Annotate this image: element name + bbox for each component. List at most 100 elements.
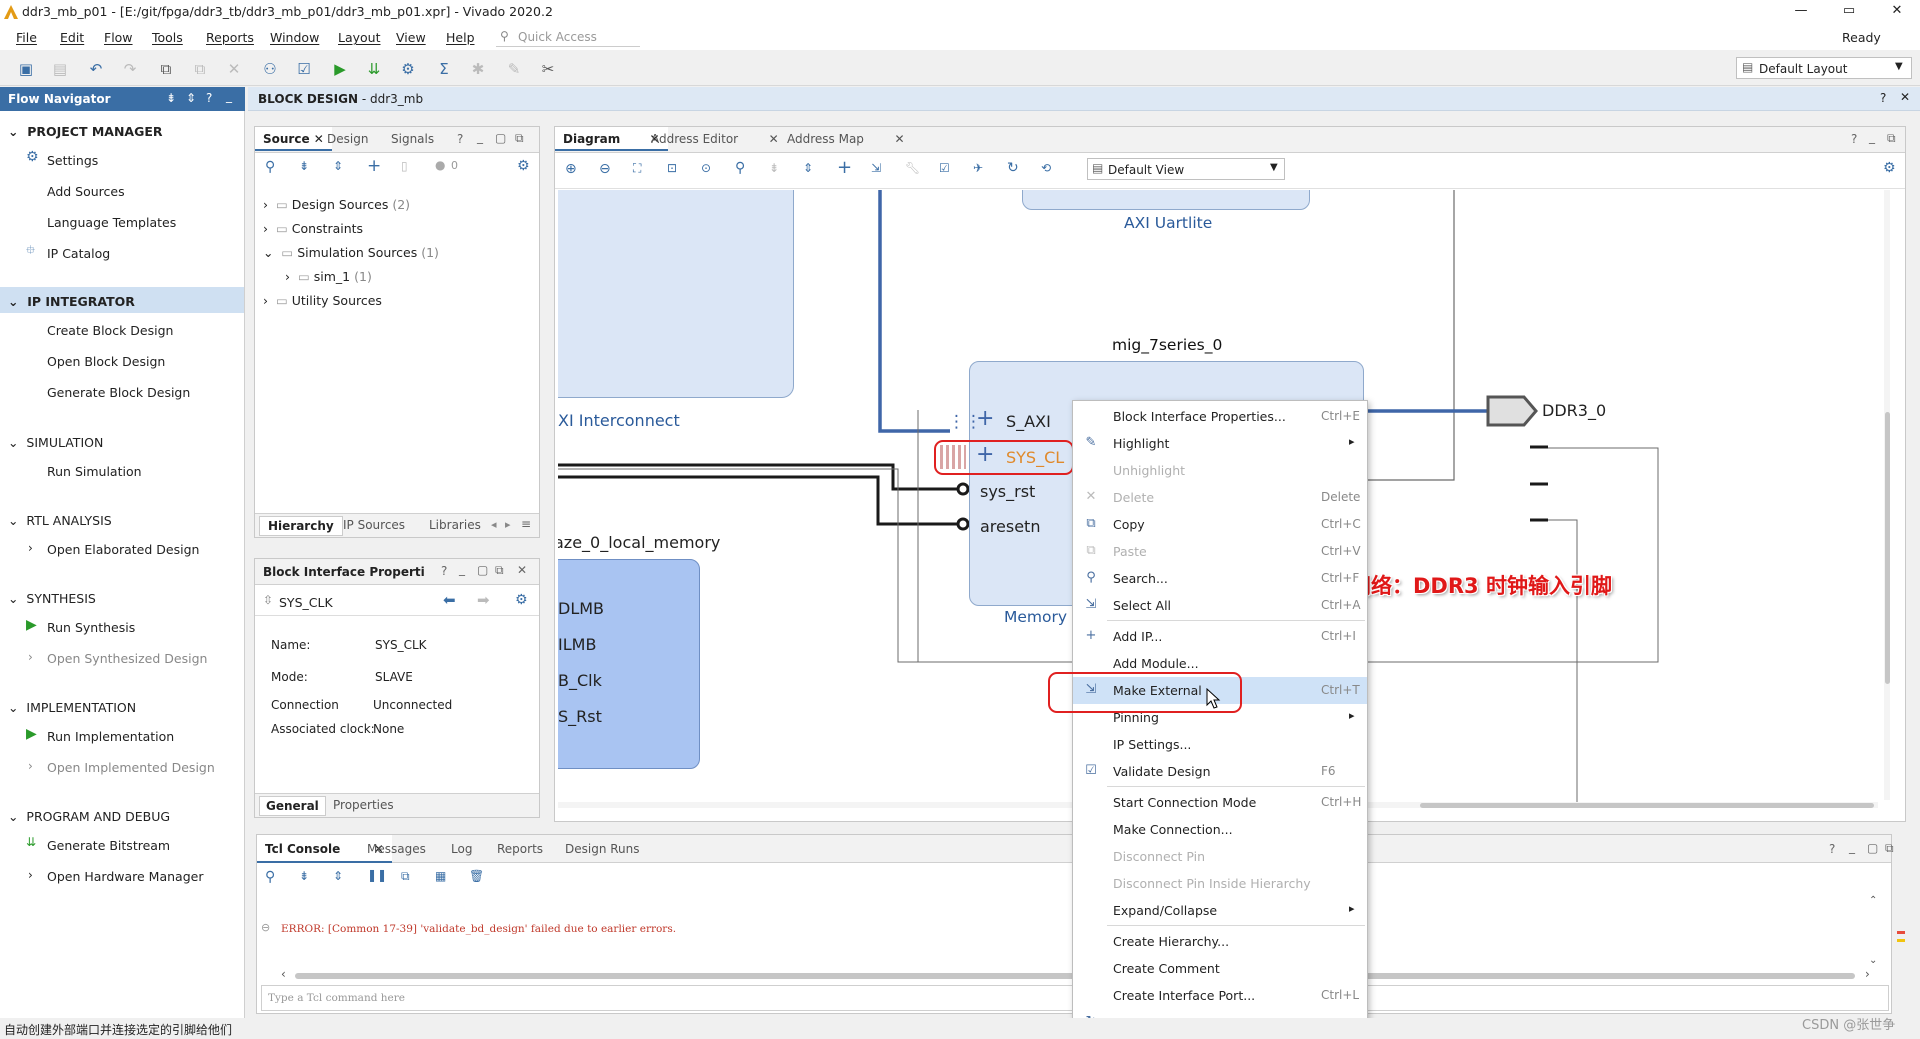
search-icon[interactable]: ⚲ xyxy=(735,160,745,176)
tab-properties[interactable]: Properties xyxy=(333,794,394,816)
minimize-panel-icon[interactable]: _ xyxy=(226,89,232,103)
plus-icon[interactable]: + xyxy=(367,156,381,176)
document-icon[interactable]: ▯ xyxy=(401,159,408,173)
menu-item-delete[interactable]: ✕ Delete Delete xyxy=(1073,484,1367,511)
vertical-scroll-thumb[interactable] xyxy=(1885,412,1890,684)
auto-connect-icon[interactable]: ✈ xyxy=(973,161,983,175)
scroll-left-icon[interactable]: ◂ xyxy=(491,518,497,531)
back-arrow-icon[interactable]: ⬅ xyxy=(443,591,456,609)
view-select[interactable]: ▤ Default View ▼ xyxy=(1087,158,1285,180)
tree-constraints[interactable]: › ▭ Constraints xyxy=(263,221,363,236)
redo-icon[interactable]: ↷ xyxy=(120,59,140,79)
menu-flow[interactable]: Flow xyxy=(104,30,133,45)
tab-reports[interactable]: Reports xyxy=(491,835,549,863)
forward-arrow-icon[interactable]: ➡ xyxy=(477,591,490,609)
minimize-panel-icon[interactable]: _ xyxy=(459,562,465,576)
minimize-panel-icon[interactable]: _ xyxy=(477,130,483,144)
pin-icon[interactable]: ✂ xyxy=(538,59,558,79)
menu-item-copy[interactable]: ⧉ Copy Ctrl+C xyxy=(1073,511,1367,538)
sigma-icon[interactable]: Σ xyxy=(434,59,454,79)
minimize-button[interactable]: — xyxy=(1778,0,1824,24)
paste-icon[interactable]: ⧉ xyxy=(190,59,210,79)
tree-design-sources[interactable]: › ▭ Design Sources (2) xyxy=(263,197,410,212)
collapse-all-icon[interactable]: ⇟ xyxy=(299,869,309,883)
float-icon[interactable]: ⧉ xyxy=(1885,841,1894,856)
open-project-icon[interactable]: ▣ xyxy=(16,59,36,79)
menu-item-create-hierarchy[interactable]: Create Hierarchy... xyxy=(1073,928,1367,955)
delete-icon[interactable]: ✕ xyxy=(224,59,244,79)
float-icon[interactable]: ⧉ xyxy=(495,563,504,578)
quick-access-input[interactable]: ⚲ Quick Access xyxy=(496,27,640,47)
minimize-panel-icon[interactable]: _ xyxy=(1869,130,1875,144)
horizontal-scroll-thumb[interactable] xyxy=(1420,803,1874,808)
debug-icon[interactable]: ✱ xyxy=(468,59,488,79)
tab-log[interactable]: Log xyxy=(445,835,478,863)
tab-hierarchy[interactable]: Hierarchy xyxy=(259,516,343,536)
tab-messages[interactable]: Messages xyxy=(361,835,432,863)
collapse-all-icon[interactable]: ⇟ xyxy=(299,159,309,173)
gear-icon[interactable]: ⚙ xyxy=(398,59,418,79)
optimize-icon[interactable]: ⟲ xyxy=(1041,161,1051,175)
menu-item-highlight[interactable]: ✎ Highlight ▸ xyxy=(1073,430,1367,457)
maximize-icon[interactable]: ▢ xyxy=(495,131,506,145)
binoculars-icon[interactable]: ⚇ xyxy=(260,59,280,79)
tab-address-editor[interactable]: Address Editor ✕ xyxy=(645,127,785,151)
run-icon[interactable]: ▶ xyxy=(330,59,350,79)
menu-item-expand-collapse[interactable]: Expand/Collapse ▸ xyxy=(1073,897,1367,924)
scroll-up-icon[interactable]: ⌃ xyxy=(1869,895,1877,906)
zoom-fit-icon[interactable]: ⛶ xyxy=(633,161,641,176)
menu-icon[interactable]: ≡ xyxy=(521,517,531,531)
menu-item-validate-design[interactable]: ☑ Validate Design F6 xyxy=(1073,758,1367,785)
menu-item-disconnect-pin[interactable]: Disconnect Pin xyxy=(1073,843,1367,870)
menu-view[interactable]: View xyxy=(396,30,426,45)
copy-icon[interactable]: ⧉ xyxy=(156,59,176,79)
section-ip-integrator[interactable]: ⌄ IP INTEGRATOR xyxy=(8,294,135,309)
minimize-panel-icon[interactable]: _ xyxy=(1849,840,1855,854)
help-icon[interactable]: ? xyxy=(206,91,212,105)
section-project-manager[interactable]: ⌄ PROJECT MANAGER xyxy=(8,124,163,139)
scroll-left-icon[interactable]: ‹ xyxy=(281,967,286,981)
nav-run-implementation[interactable]: Run Implementation xyxy=(47,729,174,744)
port-ilmb[interactable]: ILMB xyxy=(558,635,596,654)
menu-item-create-interface-port[interactable]: Create Interface Port... Ctrl+L xyxy=(1073,982,1367,1009)
tab-address-map[interactable]: Address Map ✕ xyxy=(781,127,911,151)
expand-all-icon[interactable]: ⇕ xyxy=(333,869,343,883)
nav-run-simulation[interactable]: Run Simulation xyxy=(47,464,142,479)
maximize-icon[interactable]: ▢ xyxy=(477,563,488,577)
menu-layout[interactable]: Layout xyxy=(338,30,381,45)
expand-icon[interactable]: ⇕ xyxy=(803,161,813,175)
validate-icon[interactable]: ☑ xyxy=(294,59,314,79)
menu-edit[interactable]: Edit xyxy=(60,30,84,45)
zoom-out-icon[interactable]: ⊖ xyxy=(599,161,611,177)
gear-icon[interactable]: ⚙ xyxy=(517,158,530,174)
wrench-icon[interactable]: 🔧︎ xyxy=(905,161,920,175)
tab-general[interactable]: General xyxy=(259,796,326,816)
expand-all-icon[interactable]: ⇕ xyxy=(333,159,343,173)
nav-open-hardware-manager[interactable]: Open Hardware Manager xyxy=(47,869,203,884)
menu-item-make-connection[interactable]: Make Connection... xyxy=(1073,816,1367,843)
tree-utility-sources[interactable]: › ▭ Utility Sources xyxy=(263,293,382,308)
pencil-icon[interactable]: ✎ xyxy=(504,59,524,79)
collapse-icon[interactable]: ⇟ xyxy=(769,161,779,175)
tab-design[interactable]: Design xyxy=(321,127,374,151)
float-icon[interactable]: ⧉ xyxy=(515,131,524,146)
layout-select[interactable]: ▤ Default Layout ▼ xyxy=(1736,57,1912,79)
nav-ip-catalog[interactable]: IP Catalog xyxy=(47,246,110,261)
section-program-debug[interactable]: ⌄ PROGRAM AND DEBUG xyxy=(8,809,170,824)
zoom-area-icon[interactable]: ⊡ xyxy=(667,161,677,175)
close-button[interactable]: ✕ xyxy=(1874,0,1920,24)
gear-icon[interactable]: ⚙ xyxy=(1883,160,1896,176)
port-sys-rst[interactable]: sys_rst xyxy=(980,482,1035,501)
zoom-in-icon[interactable]: ⊕ xyxy=(565,161,577,177)
local-memory-block[interactable] xyxy=(558,559,700,769)
regenerate-icon[interactable]: ↻ xyxy=(1007,160,1019,176)
nav-run-synthesis[interactable]: Run Synthesis xyxy=(47,620,135,635)
section-synthesis[interactable]: ⌄ SYNTHESIS xyxy=(8,591,96,606)
menu-item-ip-settings[interactable]: IP Settings... xyxy=(1073,731,1367,758)
vertical-scrollbar[interactable] xyxy=(1884,190,1890,800)
menu-item-create-comment[interactable]: Create Comment xyxy=(1073,955,1367,982)
float-icon[interactable]: ⧉ xyxy=(1887,131,1896,146)
help-icon[interactable]: ? xyxy=(457,132,463,146)
section-simulation[interactable]: ⌄ SIMULATION xyxy=(8,435,103,450)
nav-create-block-design[interactable]: Create Block Design xyxy=(47,323,173,338)
